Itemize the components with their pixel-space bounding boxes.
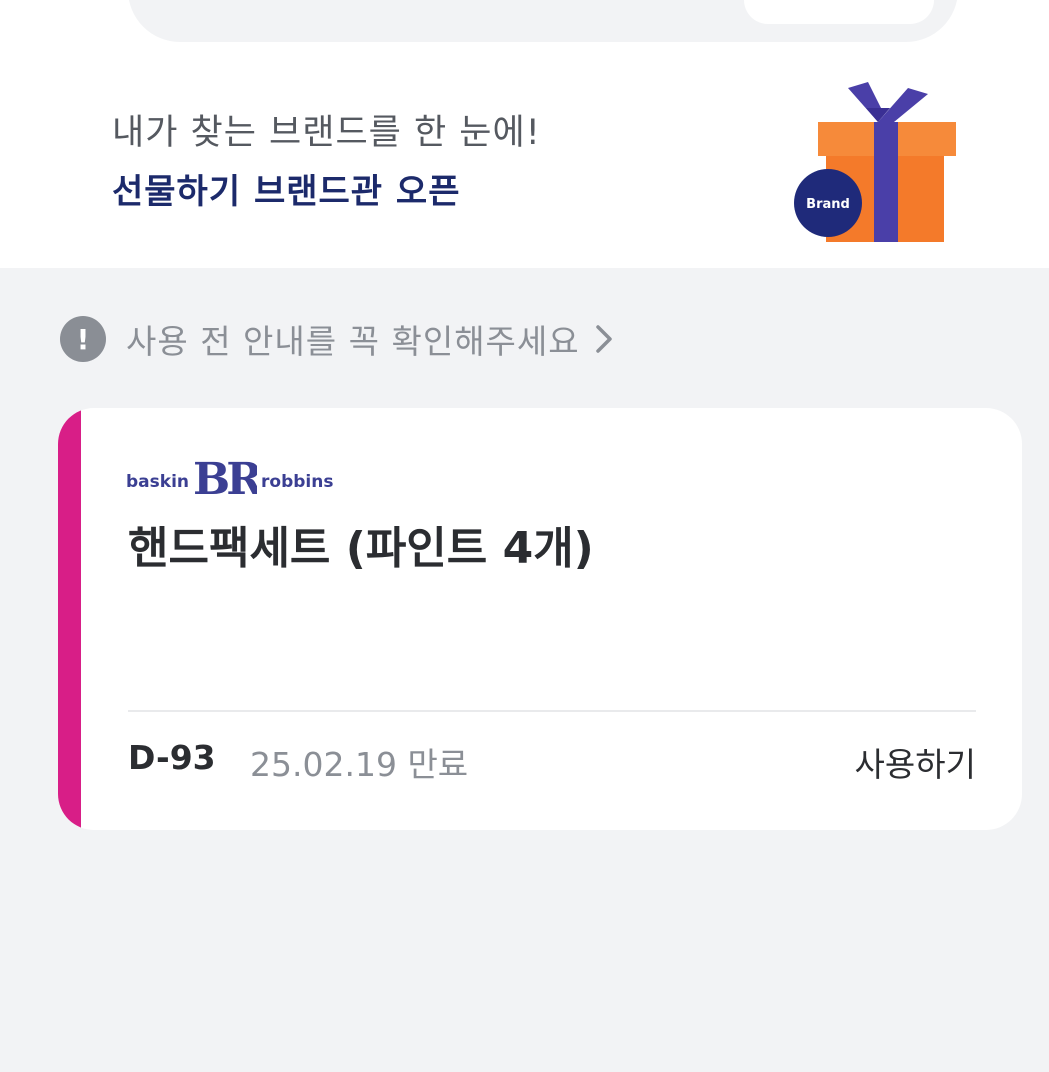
previous-card-button[interactable]	[744, 0, 934, 24]
use-coupon-button[interactable]: 사용하기	[855, 738, 976, 786]
coupon-expiry-date: 25.02.19 만료	[250, 745, 469, 784]
chevron-right-icon	[594, 316, 624, 362]
banner-title: 선물하기 브랜드관 오픈	[112, 172, 461, 212]
brand-logo-right-word: robbins	[261, 472, 334, 492]
coupon-divider	[128, 710, 976, 712]
coupon-title: 핸드팩세트 (파인트 4개)	[128, 523, 594, 574]
exclamation-circle-icon: !	[60, 316, 106, 362]
brand-logo-monogram: BR	[193, 454, 257, 500]
coupon-accent-bar	[58, 408, 81, 830]
usage-notice-link[interactable]: ! 사용 전 안내를 꼭 확인해주세요	[60, 316, 624, 362]
coupon-dday: D-93	[128, 738, 216, 777]
brand-logo: baskin BR robbins	[126, 452, 333, 500]
coupon-card[interactable]: baskin BR robbins 핸드팩세트 (파인트 4개) D-93 25…	[58, 408, 1022, 830]
brand-badge-label: Brand	[806, 197, 850, 212]
brand-promo-banner[interactable]: 내가 찾는 브랜드를 한 눈에! 선물하기 브랜드관 오픈 Brand	[0, 60, 1049, 268]
previous-card-bottom	[128, 0, 958, 42]
brand-logo-left-word: baskin	[126, 472, 189, 492]
svg-text:BR: BR	[193, 454, 257, 500]
notice-text: 사용 전 안내를 꼭 확인해주세요	[126, 322, 580, 361]
coupon-list-section: ! 사용 전 안내를 꼭 확인해주세요 baskin BR robbins 핸드…	[0, 268, 1049, 1072]
gift-box-icon: Brand	[790, 78, 965, 243]
banner-subtitle: 내가 찾는 브랜드를 한 눈에!	[112, 113, 541, 153]
top-section: 내가 찾는 브랜드를 한 눈에! 선물하기 브랜드관 오픈 Brand	[0, 0, 1049, 268]
